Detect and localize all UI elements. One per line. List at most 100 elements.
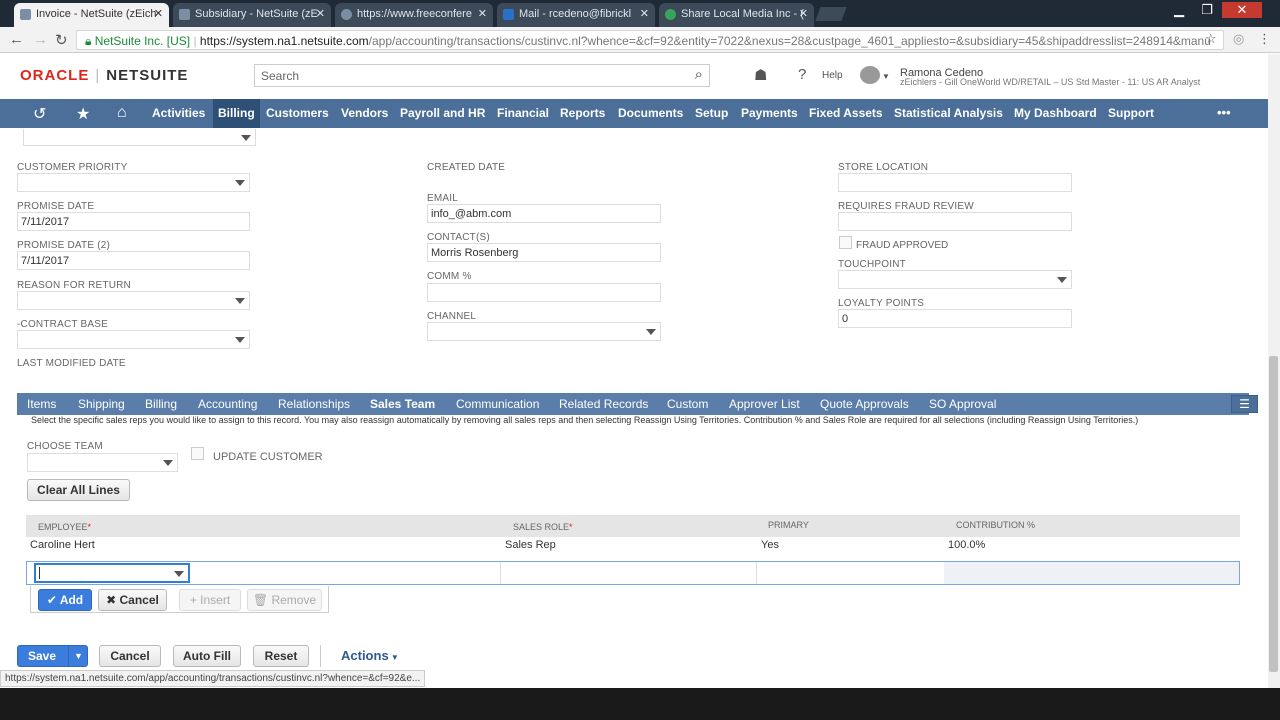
nav-item-billing[interactable]: Billing	[213, 99, 260, 128]
nav-item-financial[interactable]: Financial	[497, 106, 549, 120]
choose-team-select[interactable]	[27, 453, 178, 472]
close-tab-icon[interactable]: ✕	[640, 7, 649, 20]
browser-tab-share-local-media[interactable]: Share Local Media Inc - ( ✕	[659, 3, 814, 27]
user-menu-chevron-icon[interactable]: ▼	[882, 72, 890, 81]
close-tab-icon[interactable]: ✕	[799, 7, 808, 20]
promise-date-input[interactable]: 7/11/2017	[17, 212, 250, 231]
nav-item-vendors[interactable]: Vendors	[341, 106, 388, 120]
comm-percent-input[interactable]	[427, 283, 661, 302]
contacts-label: CONTACT(S)	[427, 232, 490, 243]
contacts-field[interactable]: Morris Rosenberg	[427, 243, 661, 262]
promise-date-2-input[interactable]: 7/11/2017	[17, 251, 250, 270]
url-input[interactable]: 🔒︎ NetSuite Inc. [US] | https://system.n…	[76, 30, 1224, 50]
global-search-input[interactable]: Search ⌕	[254, 64, 710, 87]
loyalty-points-input[interactable]: 0	[838, 309, 1072, 328]
forward-icon[interactable]: →	[33, 31, 48, 48]
browser-tab-mail[interactable]: Mail - rcedeno@fibrickl ✕	[497, 3, 655, 27]
update-customer-checkbox[interactable]	[191, 447, 204, 460]
tab-shipping[interactable]: Shipping	[78, 397, 125, 411]
promise-date-label: PROMISE DATE	[17, 201, 95, 212]
nav-item-setup[interactable]: Setup	[695, 106, 728, 120]
table-cell-sales-role[interactable]: Sales Rep	[505, 539, 556, 551]
tab-quote-approvals[interactable]: Quote Approvals	[820, 397, 909, 411]
restore-icon[interactable]: ❐	[1194, 2, 1220, 18]
save-button[interactable]: Save ▼	[17, 645, 88, 667]
back-icon[interactable]: ←	[9, 31, 24, 48]
nav-item-payroll-hr[interactable]: Payroll and HR	[400, 106, 485, 120]
subtab-list-icon[interactable]: ☰	[1231, 395, 1258, 413]
nav-more-icon[interactable]: •••	[1217, 105, 1231, 120]
tab-items[interactable]: Items	[27, 397, 56, 411]
channel-select[interactable]	[427, 322, 661, 341]
tab-accounting[interactable]: Accounting	[198, 397, 257, 411]
tab-relationships[interactable]: Relationships	[278, 397, 350, 411]
reset-button[interactable]: Reset	[253, 645, 309, 667]
clear-all-lines-button[interactable]: Clear All Lines	[27, 479, 130, 501]
nav-item-documents[interactable]: Documents	[618, 106, 683, 120]
oracle-netsuite-logo[interactable]: ORACLE | NETSUITE	[20, 67, 188, 84]
nav-item-customers[interactable]: Customers	[266, 106, 329, 120]
table-cell-contribution[interactable]: 100.0%	[948, 539, 985, 551]
requires-fraud-review-input[interactable]	[838, 212, 1072, 231]
bookmark-star-icon[interactable]: ☆	[1205, 31, 1217, 47]
touchpoint-select[interactable]	[838, 270, 1072, 289]
extension-icon[interactable]: ◎	[1233, 31, 1244, 47]
page-scrollbar-thumb[interactable]	[1269, 356, 1278, 672]
avatar[interactable]	[860, 66, 880, 84]
help-icon[interactable]: ?	[798, 66, 806, 83]
home-icon[interactable]: ⌂	[117, 104, 127, 122]
browser-tab-subsidiary[interactable]: Subsidiary - NetSuite (zE ✕	[173, 3, 331, 27]
edit-contribution-cell[interactable]	[944, 562, 1239, 584]
auto-fill-button[interactable]: Auto Fill	[173, 645, 241, 667]
favorites-star-icon[interactable]: ★	[76, 104, 90, 124]
insert-line-button[interactable]: + Insert	[179, 589, 241, 611]
nav-item-fixed-assets[interactable]: Fixed Assets	[809, 106, 883, 120]
cancel-line-button[interactable]: ✖ Cancel	[98, 589, 167, 611]
add-line-button[interactable]: ✔ Add	[38, 589, 92, 611]
fraud-approved-checkbox[interactable]	[839, 236, 852, 249]
save-options-chevron-icon[interactable]: ▼	[74, 646, 83, 666]
help-label[interactable]: Help	[822, 70, 843, 81]
minimize-icon[interactable]: ▁	[1166, 2, 1192, 18]
browser-tab-freeconference[interactable]: https://www.freeconfere ✕	[335, 3, 493, 27]
nav-item-support[interactable]: Support	[1108, 106, 1154, 120]
table-cell-employee[interactable]: Caroline Hert	[30, 539, 95, 551]
tab-billing[interactable]: Billing	[145, 397, 177, 411]
tab-custom[interactable]: Custom	[667, 397, 708, 411]
employee-edit-select[interactable]	[34, 563, 190, 583]
recent-records-icon[interactable]: ☗	[754, 66, 767, 84]
remove-line-button[interactable]: 🗑︎ Remove	[247, 589, 322, 611]
table-cell-primary[interactable]: Yes	[761, 539, 779, 551]
update-customer-label: UPDATE CUSTOMER	[213, 451, 323, 463]
recent-history-icon[interactable]: ↺	[33, 104, 46, 124]
nav-item-payments[interactable]: Payments	[741, 106, 798, 120]
tab-related-records[interactable]: Related Records	[559, 397, 648, 411]
search-icon[interactable]: ⌕	[695, 66, 703, 83]
close-tab-icon[interactable]: ✕	[316, 7, 325, 20]
contract-base-select[interactable]	[17, 330, 250, 349]
browser-tab-invoice[interactable]: Invoice - NetSuite (zEich ✕	[14, 3, 169, 27]
email-field[interactable]: info_@abm.com	[427, 204, 661, 223]
tab-sales-team[interactable]: Sales Team	[370, 397, 435, 411]
partial-select-field[interactable]	[23, 129, 256, 146]
reason-for-return-select[interactable]	[17, 291, 250, 310]
chevron-down-icon: ▼	[388, 653, 399, 662]
nav-item-my-dashboard[interactable]: My Dashboard	[1014, 106, 1097, 120]
nav-item-reports[interactable]: Reports	[560, 106, 605, 120]
tab-approver-list[interactable]: Approver List	[729, 397, 800, 411]
nav-item-activities[interactable]: Activities	[152, 106, 205, 120]
close-tab-icon[interactable]: ✕	[478, 7, 487, 20]
actions-menu[interactable]: Actions ▼	[341, 648, 399, 663]
nav-item-statistical-analysis[interactable]: Statistical Analysis	[894, 106, 1003, 120]
tab-so-approval[interactable]: SO Approval	[929, 397, 996, 411]
cancel-button[interactable]: Cancel	[99, 645, 161, 667]
close-tab-icon[interactable]: ✕	[154, 7, 163, 20]
window-close-icon[interactable]: ✕	[1222, 2, 1262, 18]
tab-communication[interactable]: Communication	[456, 397, 539, 411]
netsuite-favicon-icon	[20, 9, 31, 20]
new-tab-button[interactable]	[815, 7, 847, 21]
reload-icon[interactable]: ↻	[55, 31, 68, 49]
store-location-input[interactable]	[838, 173, 1072, 192]
browser-menu-icon[interactable]: ⋮	[1258, 31, 1271, 47]
customer-priority-select[interactable]	[17, 173, 250, 192]
